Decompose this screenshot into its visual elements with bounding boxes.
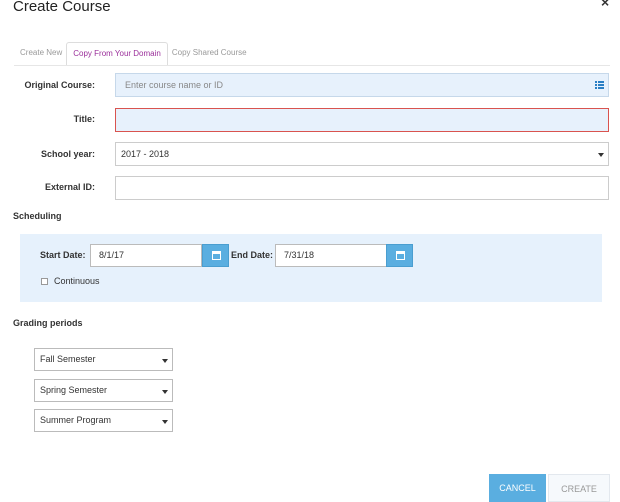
dialog-title: Create Course [13,0,111,15]
calendar-icon [396,251,405,260]
chevron-down-icon [162,420,168,424]
copy-mode-tabs: Create New Copy From Your Domain Copy Sh… [16,42,251,66]
title-input[interactable] [115,108,609,132]
cancel-button[interactable]: CANCEL [489,474,546,502]
chevron-down-icon [162,359,168,363]
continuous-label: Continuous [54,276,100,286]
title-label: Title: [73,114,95,124]
continuous-checkbox[interactable] [41,278,48,285]
external-id-label: External ID: [44,182,95,192]
external-id-input[interactable] [115,176,609,200]
grading-periods-heading: Grading periods [13,318,83,328]
start-date-picker-button[interactable] [202,244,229,267]
create-button[interactable]: CREATE [548,474,610,502]
scheduling-panel: Start Date: 8/1/17 End Date: 7/31/18 Con… [20,234,602,302]
tab-create-new[interactable]: Create New [16,42,66,66]
grading-period-value: Fall Semester [40,354,96,364]
tab-copy-from-domain[interactable]: Copy From Your Domain [66,42,168,66]
end-date-picker-button[interactable] [386,244,413,267]
school-year-label: School year: [40,149,95,159]
chevron-down-icon [598,153,604,157]
grading-period-value: Summer Program [40,415,112,425]
start-date-input[interactable]: 8/1/17 [90,244,202,267]
original-course-label: Original Course: [24,80,95,90]
end-date-label: End Date: [231,250,274,260]
grading-period-value: Spring Semester [40,385,108,395]
chevron-down-icon [162,390,168,394]
school-year-select[interactable]: 2017 - 2018 [115,142,609,166]
grading-period-select[interactable]: Fall Semester [34,348,173,371]
original-course-input[interactable]: Enter course name or ID [115,73,609,97]
grading-period-select[interactable]: Summer Program [34,409,173,432]
list-icon[interactable] [595,81,604,89]
original-course-placeholder: Enter course name or ID [125,80,224,90]
school-year-value: 2017 - 2018 [121,149,170,159]
close-icon[interactable]: × [601,0,609,10]
start-date-label: Start Date: [40,250,86,260]
tab-divider [14,65,610,66]
calendar-icon [212,251,221,260]
scheduling-heading: Scheduling [13,211,62,221]
tab-copy-shared-course[interactable]: Copy Shared Course [168,42,251,66]
grading-period-select[interactable]: Spring Semester [34,379,173,402]
end-date-input[interactable]: 7/31/18 [275,244,387,267]
